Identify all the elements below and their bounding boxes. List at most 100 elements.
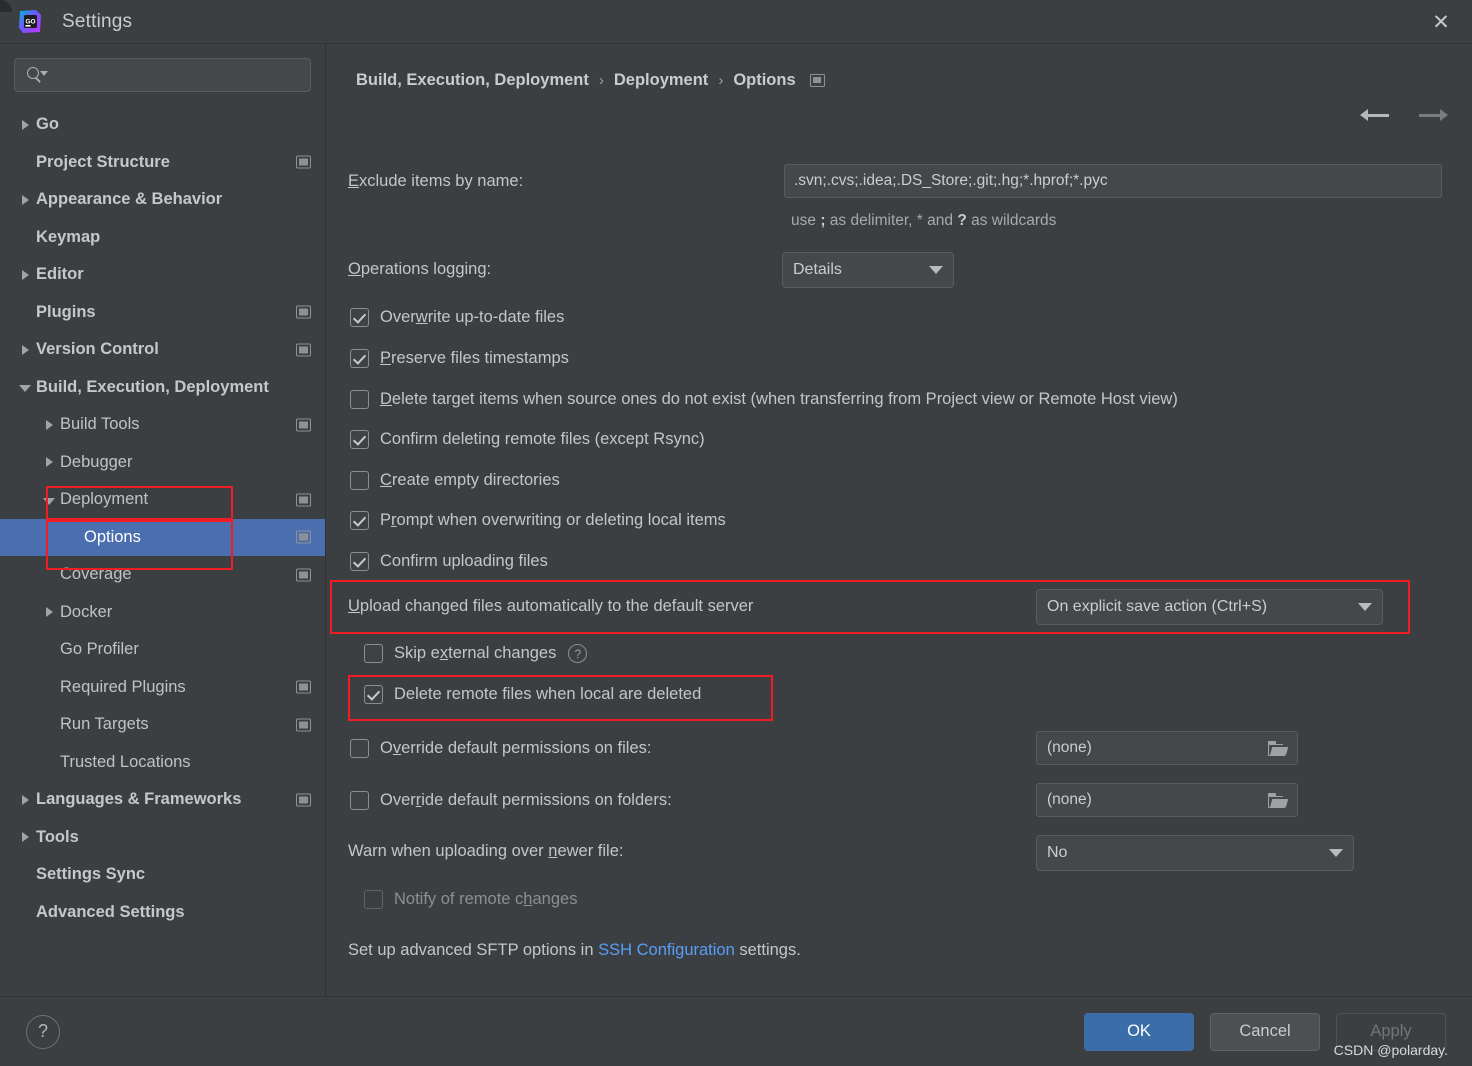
sidebar-item-build-execution-deployment[interactable]: Build, Execution, Deployment [0,369,325,407]
checkbox-box[interactable] [364,644,383,663]
chevron-right-icon[interactable] [14,194,36,205]
upload-automatically-value: On explicit save action (Ctrl+S) [1047,598,1268,615]
sidebar-item-advanced-settings[interactable]: Advanced Settings [0,894,325,932]
settings-dialog: GO Settings ✕ Go Project Structure Appeara… [0,0,1472,1066]
sidebar-item-required-plugins[interactable]: Required Plugins [0,669,325,707]
checkbox-box[interactable] [350,791,369,810]
search-input[interactable] [44,67,302,83]
chevron-right-icon[interactable] [14,794,36,805]
project-scope-icon [809,73,825,87]
forward-arrow-icon[interactable] [1418,106,1448,124]
help-icon[interactable]: ? [568,644,588,663]
checkbox-box[interactable] [350,471,369,490]
checkbox-create-empty-directories[interactable]: Create empty directories [350,471,560,490]
ok-button[interactable]: OK [1084,1012,1194,1051]
checkbox-overwrite-up-to-date-files[interactable]: Overwrite up-to-date files [350,308,564,327]
sidebar-item-debugger[interactable]: Debugger [0,444,325,482]
checkbox-box[interactable] [350,511,369,530]
options-panel: Build, Execution, Deployment › Deploymen… [326,44,1472,996]
sidebar-item-docker[interactable]: Docker [0,594,325,632]
close-icon[interactable]: ✕ [1410,0,1472,44]
dialog-footer: ? OK Cancel Apply CSDN @polarday. [0,996,1472,1066]
sidebar-item-label: Trusted Locations [60,752,191,771]
sidebar-item-label: Languages & Frameworks [36,790,242,809]
sidebar-item-settings-sync[interactable]: Settings Sync [0,856,325,894]
chevron-right-icon[interactable] [38,457,60,468]
breadcrumb-separator: › [718,71,724,89]
sidebar-item-languages-frameworks[interactable]: Languages & Frameworks [0,781,325,819]
sidebar-item-version-control[interactable]: Version Control [0,331,325,369]
search-box[interactable] [14,58,311,92]
back-arrow-icon[interactable] [1360,106,1390,124]
sidebar-item-project-structure[interactable]: Project Structure [0,144,325,182]
upload-label-rest: pload changed files automatically to the… [359,597,754,615]
upload-automatically-select[interactable]: On explicit save action (Ctrl+S) [1036,589,1383,625]
chevron-right-icon[interactable] [38,419,60,430]
checkbox-confirm-uploading-files[interactable]: Confirm uploading files [350,552,548,571]
chevron-down-icon[interactable] [14,382,36,393]
exclude-items-input[interactable]: .svn;.cvs;.idea;.DS_Store;.git;.hg;*.hpr… [784,164,1442,198]
sidebar-item-label: Settings Sync [36,865,146,884]
cancel-button[interactable]: Cancel [1210,1012,1320,1051]
hint-wildcard: ? [957,212,967,229]
checkbox-box[interactable] [350,390,369,409]
checkbox-box[interactable] [350,430,369,449]
settings-sidebar: Go Project Structure Appearance & Behavior… [0,44,326,996]
sidebar-item-plugins[interactable]: Plugins [0,294,325,332]
checkbox-confirm-deleting-remote-files[interactable]: Confirm deleting remote files (except Rs… [350,430,705,449]
checkbox-delete-remote-files[interactable]: Delete remote files when local are delet… [364,685,701,704]
checkbox-box[interactable] [350,739,369,758]
window-title: Settings [62,10,133,32]
warn-newer-file-label: Warn when uploading over newer file: [348,842,624,860]
sidebar-item-label: Deployment [60,490,149,509]
chevron-right-icon[interactable] [14,269,36,280]
operations-logging-value: Details [793,261,842,278]
checkbox-skip-external-changes[interactable]: Skip external changes ? [364,644,588,663]
checkbox-notify-remote-changes[interactable]: Notify of remote changes [364,890,577,909]
checkbox-box[interactable] [364,685,383,704]
sidebar-item-coverage[interactable]: Coverage [0,556,325,594]
sidebar-item-options[interactable]: Options [0,518,325,556]
checkbox-box[interactable] [350,349,369,368]
checkbox-preserve-files-timestamps[interactable]: Preserve files timestamps [350,349,569,368]
chevron-down-icon[interactable] [38,495,60,505]
folder-open-icon[interactable] [1257,740,1297,756]
warn-newer-file-select[interactable]: No [1036,835,1354,871]
operations-logging-select[interactable]: Details [782,252,954,288]
sidebar-item-tools[interactable]: Tools [0,819,325,857]
exclude-mnemonic: E [348,172,360,190]
breadcrumb-item-0[interactable]: Build, Execution, Deployment [356,71,589,90]
checkbox-override-permissions-files[interactable]: Override default permissions on files: [350,739,651,758]
folder-open-icon[interactable] [1257,792,1297,808]
sidebar-item-go[interactable]: Go [0,106,325,144]
sidebar-item-go-profiler[interactable]: Go Profiler [0,631,325,669]
sidebar-item-label: Options [84,527,141,546]
help-icon[interactable]: ? [26,1014,60,1049]
sidebar-item-appearance-behavior[interactable]: Appearance & Behavior [0,181,325,219]
goland-icon: GO [16,8,44,36]
chevron-right-icon[interactable] [14,119,36,130]
oplog-label-rest: perations logging: [360,260,492,278]
sidebar-item-deployment[interactable]: Deployment [0,481,325,519]
override-permissions-files-input[interactable]: (none) [1036,731,1298,765]
chevron-right-icon[interactable] [14,344,36,355]
breadcrumb-item-1[interactable]: Deployment [614,71,708,90]
nav-arrows [1360,106,1448,124]
sidebar-item-label: Plugins [36,302,96,321]
sidebar-item-build-tools[interactable]: Build Tools [0,406,325,444]
chevron-right-icon[interactable] [14,832,36,843]
sidebar-item-trusted-locations[interactable]: Trusted Locations [0,744,325,782]
checkbox-box[interactable] [350,552,369,571]
checkbox-override-permissions-folders[interactable]: Override default permissions on folders: [350,791,672,810]
sidebar-item-run-targets[interactable]: Run Targets [0,706,325,744]
exclude-items-hint: use ; as delimiter, * and ? as wildcards [791,212,1056,230]
sidebar-item-editor[interactable]: Editor [0,256,325,294]
checkbox-delete-target-items[interactable]: Delete target items when source ones do … [350,390,1178,409]
sidebar-item-keymap[interactable]: Keymap [0,219,325,257]
chevron-right-icon[interactable] [38,607,60,618]
checkbox-prompt-when-overwriting[interactable]: Prompt when overwriting or deleting loca… [350,511,726,530]
checkbox-box[interactable] [364,890,383,909]
ssh-configuration-link[interactable]: SSH Configuration [598,941,735,959]
override-permissions-folders-input[interactable]: (none) [1036,783,1298,817]
checkbox-box[interactable] [350,308,369,327]
